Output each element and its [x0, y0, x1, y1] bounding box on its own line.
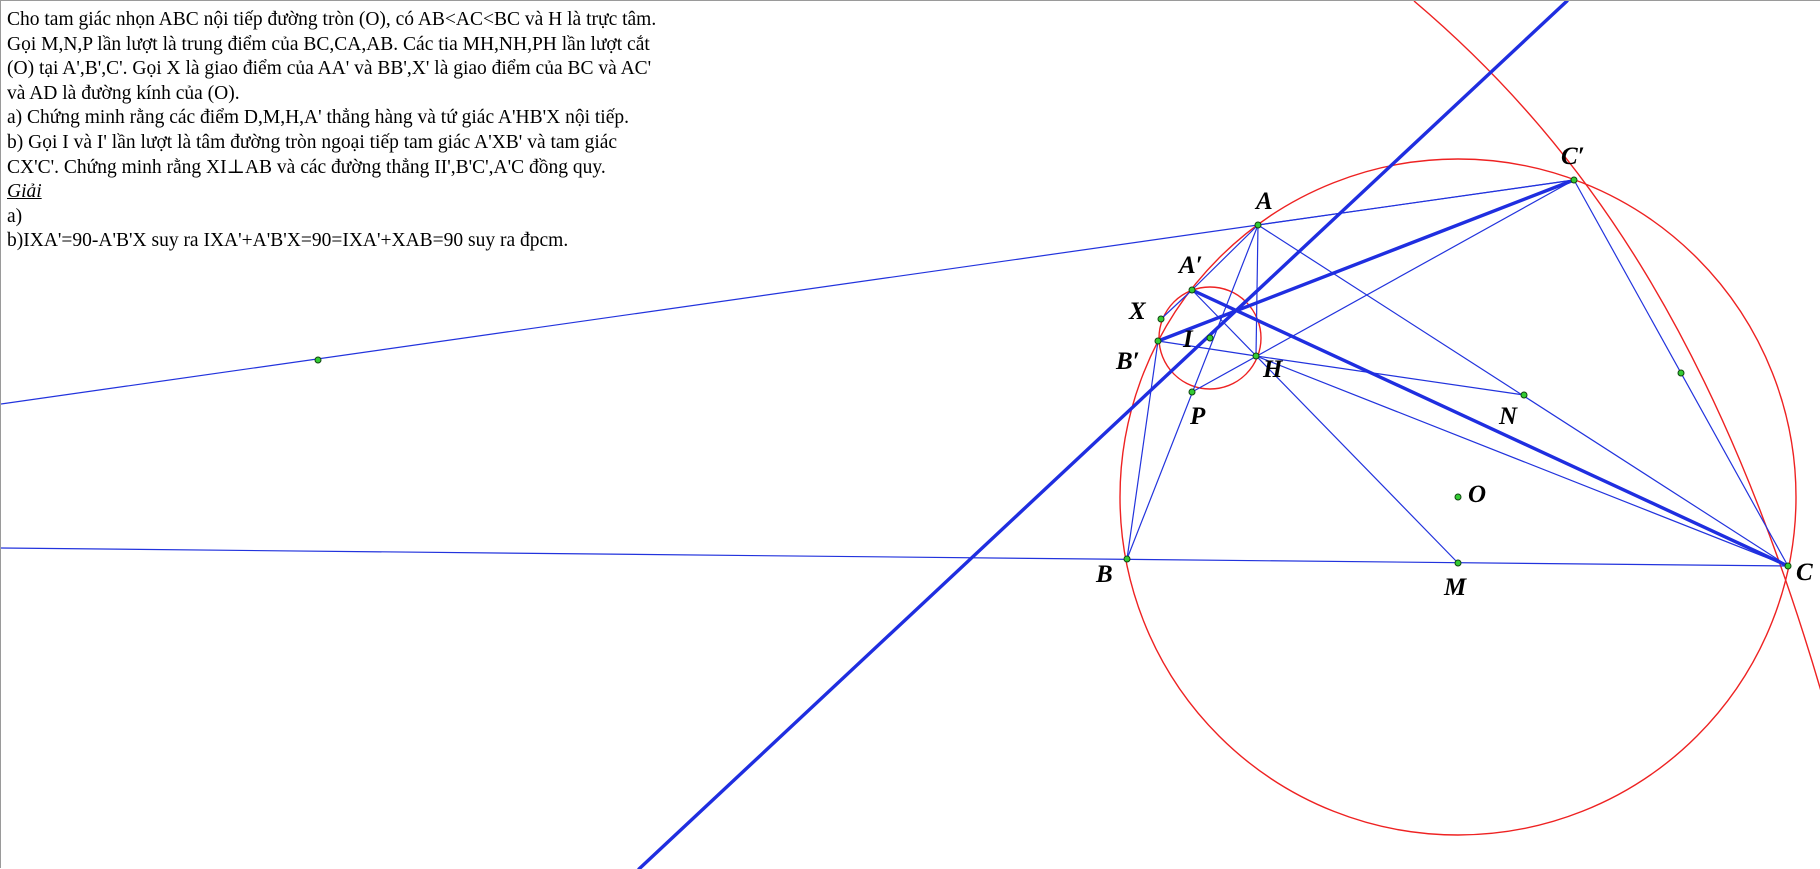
label-x: X — [1128, 298, 1147, 325]
segment-a-prime-c[interactable] — [1190, 288, 1790, 568]
label-c: C — [1796, 559, 1813, 586]
label-i: I — [1182, 326, 1194, 353]
thick-lines — [637, 1, 1790, 869]
point-o[interactable] — [1454, 493, 1462, 501]
label-b: B — [1095, 561, 1113, 588]
segment-h-c[interactable] — [1255, 355, 1789, 567]
geometry-figure[interactable]: A C′ A′ X B′ I H P N O B M C — [1, 1, 1820, 869]
point-m[interactable] — [1454, 559, 1462, 567]
thin-lines — [1, 179, 1789, 567]
line-bc-extended[interactable] — [1, 547, 1789, 567]
label-o: O — [1468, 481, 1486, 508]
label-h: H — [1262, 356, 1284, 383]
label-n: N — [1498, 403, 1518, 430]
label-a-prime: A′ — [1177, 252, 1203, 279]
point-on-left-line[interactable] — [314, 356, 322, 364]
segment-p-c-prime[interactable] — [1191, 179, 1575, 393]
point-x[interactable] — [1157, 315, 1165, 323]
segment-a-c-prime[interactable] — [1257, 179, 1575, 226]
point-c-prime[interactable] — [1570, 176, 1578, 184]
segment-b-prime-c-prime[interactable] — [1156, 178, 1576, 343]
point-p[interactable] — [1188, 388, 1196, 396]
line-i-i-prime[interactable] — [637, 1, 1569, 869]
segment-a-prime-m[interactable] — [1191, 289, 1459, 564]
point-i-prime[interactable] — [1677, 369, 1685, 377]
label-a: A — [1254, 188, 1273, 215]
label-p: P — [1189, 403, 1206, 430]
points — [314, 176, 1792, 570]
point-i[interactable] — [1206, 334, 1214, 342]
point-h[interactable] — [1252, 352, 1260, 360]
label-b-prime: B′ — [1115, 348, 1140, 375]
point-c[interactable] — [1784, 562, 1792, 570]
label-m: M — [1443, 574, 1467, 601]
point-a[interactable] — [1254, 221, 1262, 229]
segment-h-n[interactable] — [1255, 355, 1525, 396]
circle-i-prime-arc[interactable] — [1413, 1, 1820, 691]
point-n[interactable] — [1520, 391, 1528, 399]
geometry-canvas[interactable]: Cho tam giác nhọn ABC nội tiếp đường trò… — [0, 0, 1820, 869]
point-a-prime[interactable] — [1188, 286, 1196, 294]
point-labels: A C′ A′ X B′ I H P N O B M C — [1095, 143, 1813, 601]
point-b-prime[interactable] — [1154, 337, 1162, 345]
segment-a-prime-x[interactable] — [1160, 289, 1193, 320]
point-b[interactable] — [1123, 555, 1131, 563]
label-c-prime: C′ — [1561, 143, 1585, 170]
